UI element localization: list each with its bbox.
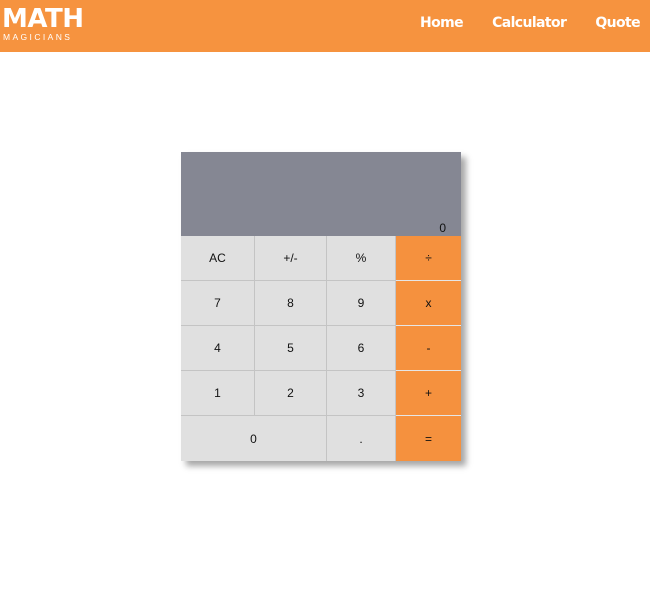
digit-5-button[interactable]: 5	[255, 326, 327, 371]
nav-links: Home Calculator Quote	[391, 0, 641, 46]
digit-0-button[interactable]: 0	[181, 416, 327, 461]
display-value: 0	[439, 221, 446, 235]
logo-sub-text: MAGICIANS	[3, 32, 73, 42]
digit-4-button[interactable]: 4	[181, 326, 255, 371]
digit-2-button[interactable]: 2	[255, 371, 327, 416]
nav-quote-link[interactable]: Quote	[595, 15, 640, 31]
nav-home-link[interactable]: Home	[420, 15, 464, 31]
add-button[interactable]: +	[396, 371, 461, 416]
digit-7-button[interactable]: 7	[181, 281, 255, 326]
percent-button[interactable]: %	[327, 236, 396, 281]
clear-button[interactable]: AC	[181, 236, 255, 281]
equals-button[interactable]: =	[396, 416, 461, 461]
nav-calculator-link[interactable]: Calculator	[492, 15, 567, 31]
calculator-keypad: AC +/- % ÷ 7 8 9 x 4 5 6 - 1 2 3 + 0 . =	[181, 236, 461, 461]
calculator-display: 0	[181, 152, 461, 236]
calculator: 0 AC +/- % ÷ 7 8 9 x 4 5 6 - 1 2 3 + 0 .…	[181, 152, 461, 461]
digit-1-button[interactable]: 1	[181, 371, 255, 416]
decimal-button[interactable]: .	[327, 416, 396, 461]
logo-main-text: MATH	[2, 4, 84, 34]
digit-9-button[interactable]: 9	[327, 281, 396, 326]
divide-button[interactable]: ÷	[396, 236, 461, 281]
toggle-sign-button[interactable]: +/-	[255, 236, 327, 281]
digit-8-button[interactable]: 8	[255, 281, 327, 326]
multiply-button[interactable]: x	[396, 281, 461, 326]
digit-3-button[interactable]: 3	[327, 371, 396, 416]
digit-6-button[interactable]: 6	[327, 326, 396, 371]
navbar: MATH MAGICIANS Home Calculator Quote	[0, 0, 650, 52]
subtract-button[interactable]: -	[396, 326, 461, 371]
logo[interactable]: MATH MAGICIANS	[2, 4, 84, 42]
